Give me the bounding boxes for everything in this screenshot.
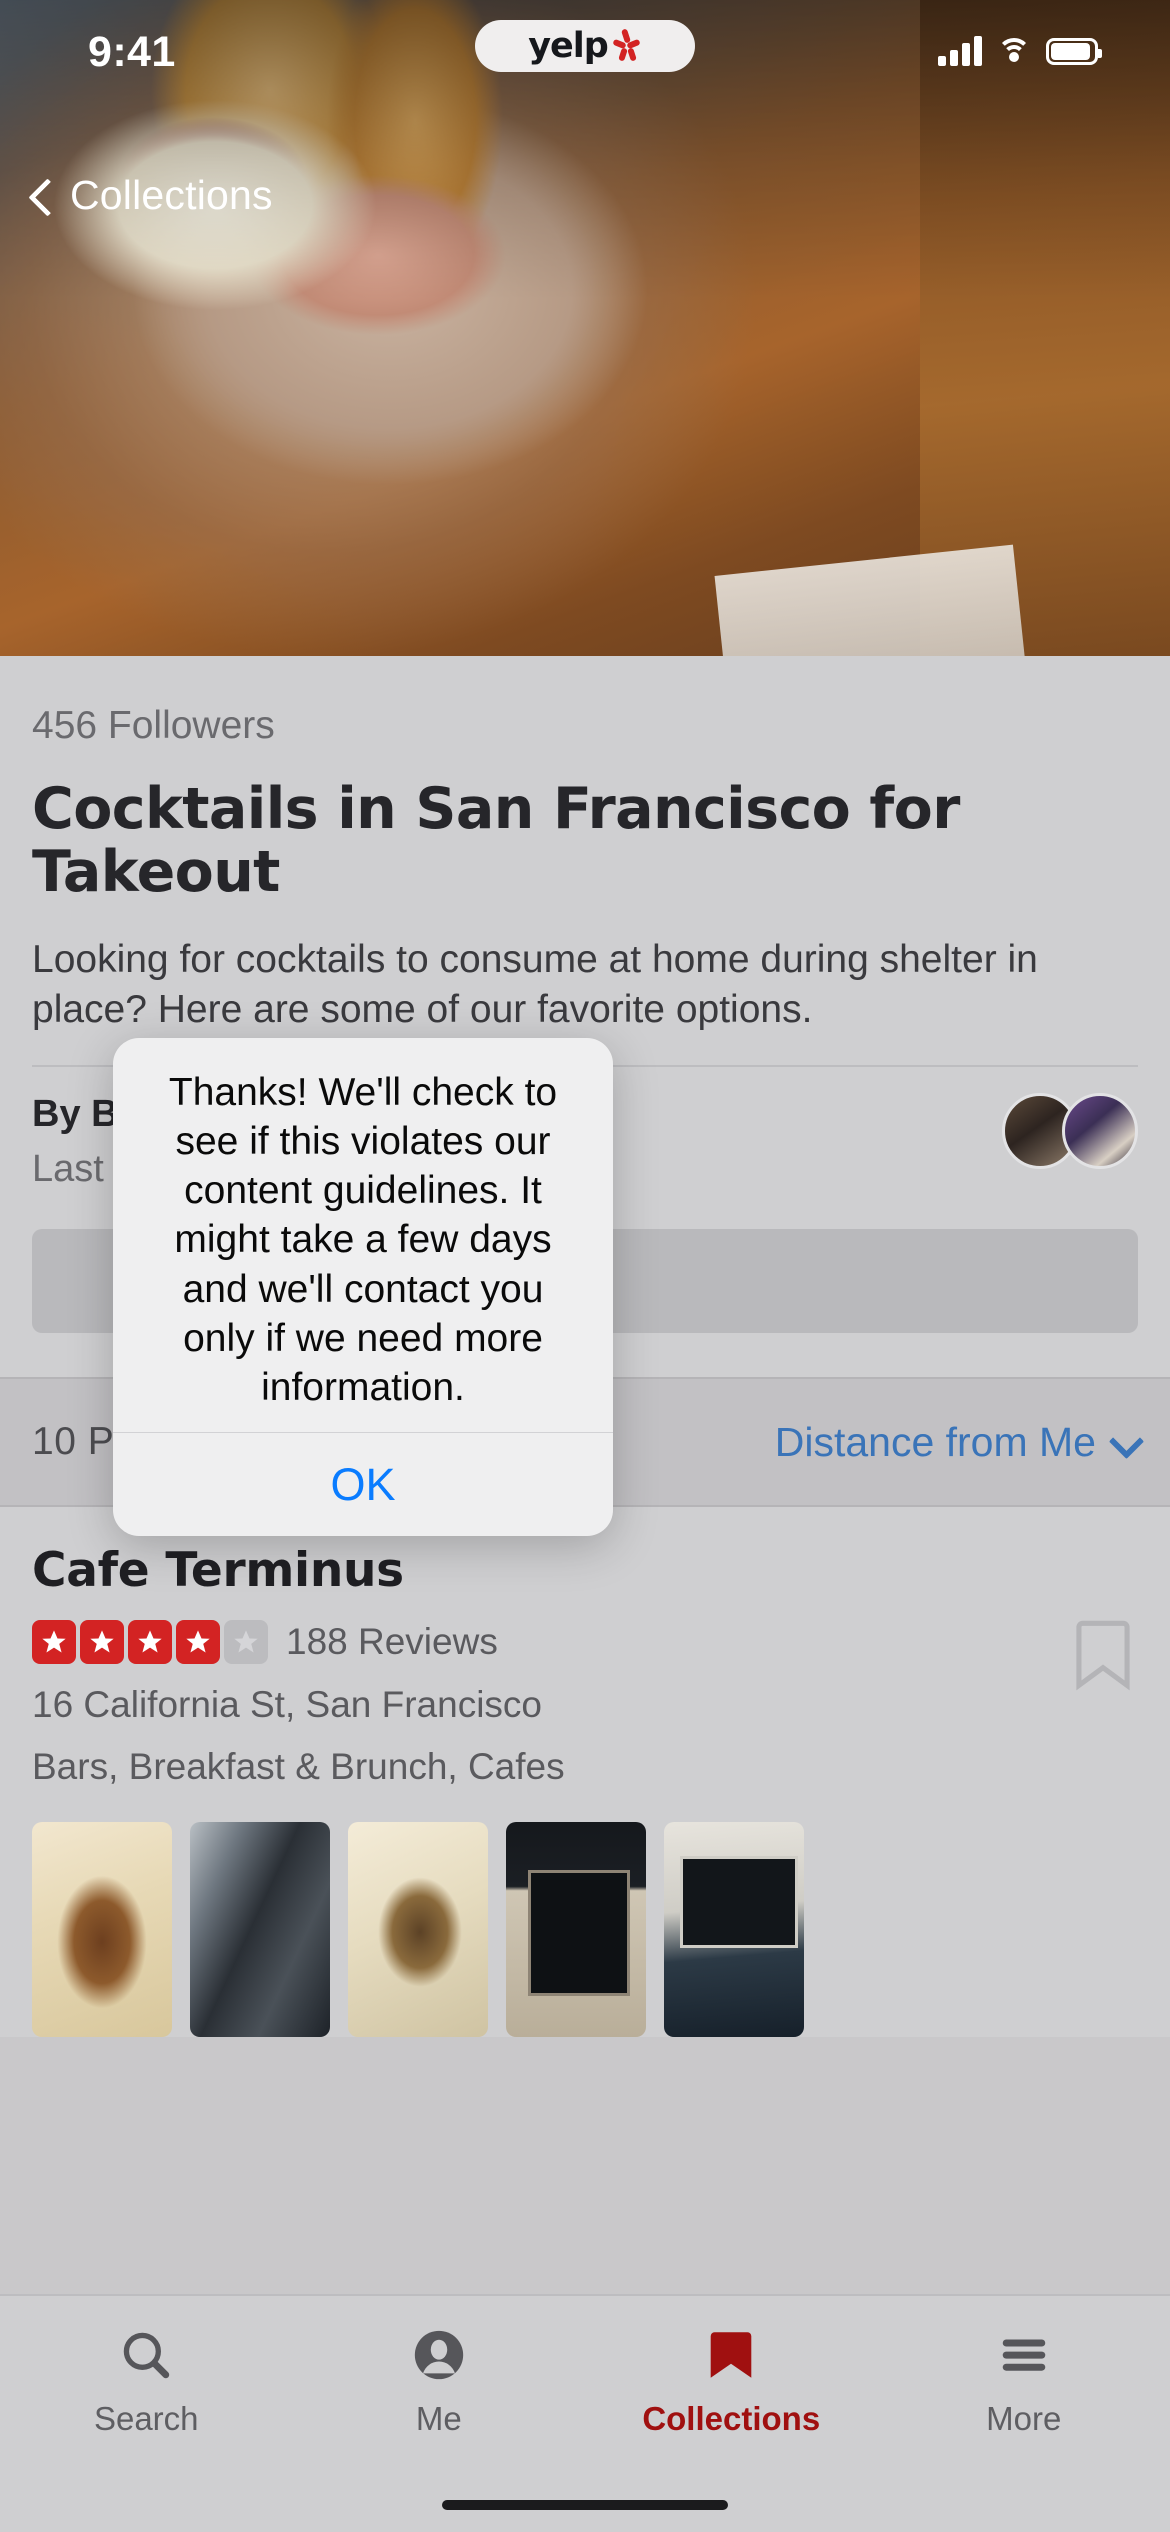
app-screen: 9:41 yelp Collections 456 Followers Cock…	[0, 0, 1170, 2532]
alert-message: Thanks! We'll check to see if this viola…	[168, 1071, 558, 1409]
alert-ok-button[interactable]: OK	[113, 1433, 613, 1536]
alert-dialog: Thanks! We'll check to see if this viola…	[113, 1038, 613, 1536]
alert-body: Thanks! We'll check to see if this viola…	[113, 1038, 613, 1432]
